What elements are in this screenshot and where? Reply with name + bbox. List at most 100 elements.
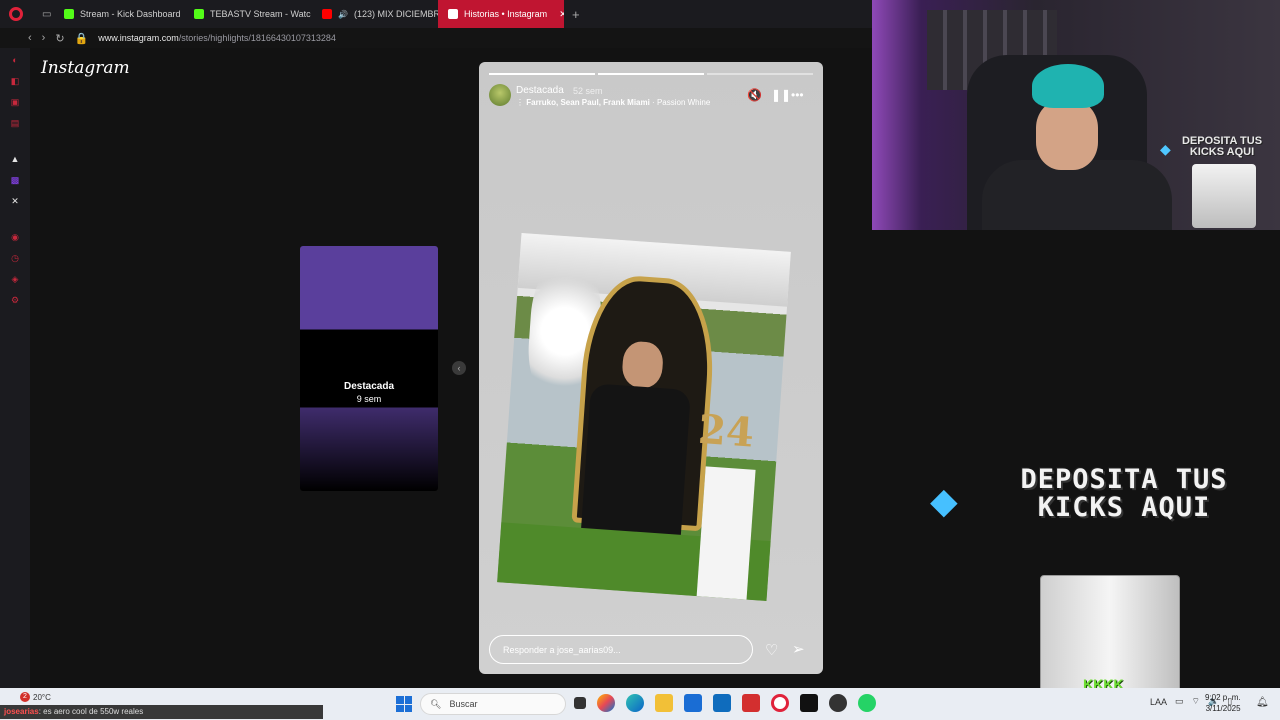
aria-icon[interactable]: ◐ (9, 54, 21, 66)
progress-segment (707, 73, 813, 75)
streamer-hair (1032, 64, 1104, 108)
tab-instagram-stories[interactable]: Historias • Instagram ✕ (438, 0, 564, 28)
url-domain: www.instagram.com (98, 33, 179, 43)
clock-time: 9:02 p. m. (1205, 693, 1241, 702)
extensions-icon[interactable]: ◈ (9, 273, 21, 285)
webcam-overlay: ◆ DEPOSITA TUS KICKS AQUI (872, 0, 1280, 230)
news-icon[interactable]: ▤ (9, 117, 21, 129)
speaker-icon: 🔊 (338, 9, 348, 19)
x-icon[interactable]: ✕ (9, 195, 21, 207)
diamond-icon: ◆ (930, 480, 958, 521)
url-path: /stories/highlights/18166430107313284 (178, 33, 336, 43)
tab-kick-dashboard[interactable]: Stream - Kick Dashboard (54, 0, 184, 28)
twitch-icon[interactable]: ▩ (9, 174, 21, 186)
language-indicator[interactable]: LAA (1150, 697, 1167, 707)
diamond-icon: ◆ (1160, 141, 1171, 157)
wifi-icon[interactable]: ⌔ (1192, 696, 1200, 707)
outlook-icon[interactable] (713, 694, 731, 712)
kick-icon (194, 9, 204, 19)
music-artists: Farruko, Sean Paul, Frank Miami (526, 98, 650, 107)
story-music[interactable]: ⋮ Farruko, Sean Paul, Frank Miami · Pass… (516, 98, 710, 107)
tiktok-icon[interactable] (800, 694, 818, 712)
windows-start-icon[interactable] (396, 696, 412, 712)
tab-youtube-mix[interactable]: 🔊 (123) MIX DICIEMBRE (312, 0, 438, 28)
promo-line: KICKS AQUI (1037, 492, 1211, 523)
address-bar: ‹ › ↻ 🔒 www.instagram.com/stories/highli… (28, 28, 878, 48)
messenger-icon[interactable]: ▣ (9, 96, 21, 108)
copilot-icon[interactable] (597, 694, 615, 712)
music-song: Passion Whine (656, 98, 711, 107)
story-time: 52 sem (573, 86, 603, 96)
whatsapp-icon[interactable] (858, 694, 876, 712)
mute-icon[interactable]: 🔇 (747, 88, 762, 102)
story-photo: 24 (497, 233, 791, 601)
story-header: Destacada 52 sem ⋮ Farruko, Sean Paul, F… (489, 84, 813, 110)
back-icon[interactable]: ‹ (28, 32, 32, 44)
clock[interactable]: 9:02 p. m. 3/11/2025 (1205, 692, 1241, 714)
tab-tebastv-stream[interactable]: TEBASTV Stream - Watc (184, 0, 312, 28)
kick-icon (64, 9, 74, 19)
tab-overview[interactable]: ▭ (32, 0, 54, 28)
white-pillar (695, 466, 756, 601)
url-field[interactable]: www.instagram.com/stories/highlights/181… (98, 33, 336, 43)
heart-icon[interactable]: ♡ (765, 641, 778, 659)
kick-sidebar-icon[interactable]: ▲ (9, 153, 21, 165)
new-tab-button[interactable]: + (564, 7, 588, 22)
weather-widget[interactable]: 20°C (33, 693, 51, 702)
file-explorer-icon[interactable] (655, 694, 673, 712)
previous-story-button[interactable]: ‹ (452, 361, 466, 375)
player-icon[interactable]: ◉ (9, 231, 21, 243)
previous-highlight-card[interactable]: Destacada 9 sem (300, 246, 438, 491)
music-icon: ⋮ (516, 98, 527, 107)
cam-promo-text: DEPOSITA TUS KICKS AQUI (1172, 136, 1272, 158)
reply-placeholder: Responder a jose_aarias09... (503, 644, 621, 655)
pause-icon[interactable]: ❚❚ (771, 88, 791, 102)
promo-line: DEPOSITA TUS (1020, 464, 1228, 495)
promo-text: DEPOSITA TUS KICKS AQUI (988, 466, 1260, 522)
chevron-left-icon: ‹ (457, 363, 461, 373)
glass-image (1192, 164, 1256, 228)
bag-icon[interactable]: ◧ (9, 75, 21, 87)
send-icon[interactable]: ➢ (792, 640, 805, 658)
ticker-text: : es aero cool de 550w reales (38, 707, 144, 716)
settings-icon[interactable]: ⚙ (9, 294, 21, 306)
grid-icon: ▭ (42, 8, 52, 20)
tab-label: TEBASTV Stream - Watc (210, 9, 311, 19)
youtube-icon (322, 9, 332, 19)
ticker-user: josearias (4, 707, 39, 716)
reply-input[interactable]: Responder a jose_aarias09... (489, 635, 753, 664)
story-viewer: Destacada 52 sem ⋮ Farruko, Sean Paul, F… (479, 62, 823, 674)
promo-line: KICKS AQUI (1189, 146, 1255, 158)
streamer-body (982, 160, 1172, 230)
tab-label: Historias • Instagram (464, 9, 548, 19)
opera-icon[interactable] (771, 694, 789, 712)
story-progress (489, 73, 813, 75)
tab-label: (123) MIX DICIEMBRE (353, 9, 438, 19)
edge-icon[interactable] (626, 694, 644, 712)
wps-icon[interactable] (742, 694, 760, 712)
taskbar-apps (574, 694, 876, 712)
forward-icon[interactable]: › (42, 32, 46, 44)
chat-ticker: josearias: es aero cool de 550w reales (0, 705, 323, 719)
notification-bell-icon[interactable]: 🔔︎ (1256, 697, 1269, 708)
lock-icon: 🔒 (74, 32, 89, 45)
story-username[interactable]: Destacada (516, 85, 564, 96)
avatar (350, 336, 386, 372)
reload-icon[interactable]: ↻ (55, 32, 64, 45)
weather-badge: 2 (20, 692, 30, 702)
avatar[interactable] (489, 84, 511, 106)
instagram-icon (448, 9, 458, 19)
progress-segment (489, 73, 595, 75)
streamer-face (1036, 100, 1098, 170)
obs-icon[interactable] (829, 694, 847, 712)
instagram-logo[interactable]: Instagram (41, 58, 130, 78)
taskbar-search[interactable]: 🔍︎ Buscar (420, 693, 566, 715)
clock-date: 3/11/2025 (1205, 704, 1241, 713)
store-icon[interactable] (684, 694, 702, 712)
task-view-icon[interactable] (574, 697, 586, 709)
history-icon[interactable]: ◷ (9, 252, 21, 264)
display-icon[interactable]: ▭ (1175, 696, 1184, 707)
opera-logo-icon[interactable] (0, 0, 32, 28)
more-options-icon[interactable]: ••• (791, 88, 804, 102)
number-decoration: 24 (696, 405, 756, 457)
